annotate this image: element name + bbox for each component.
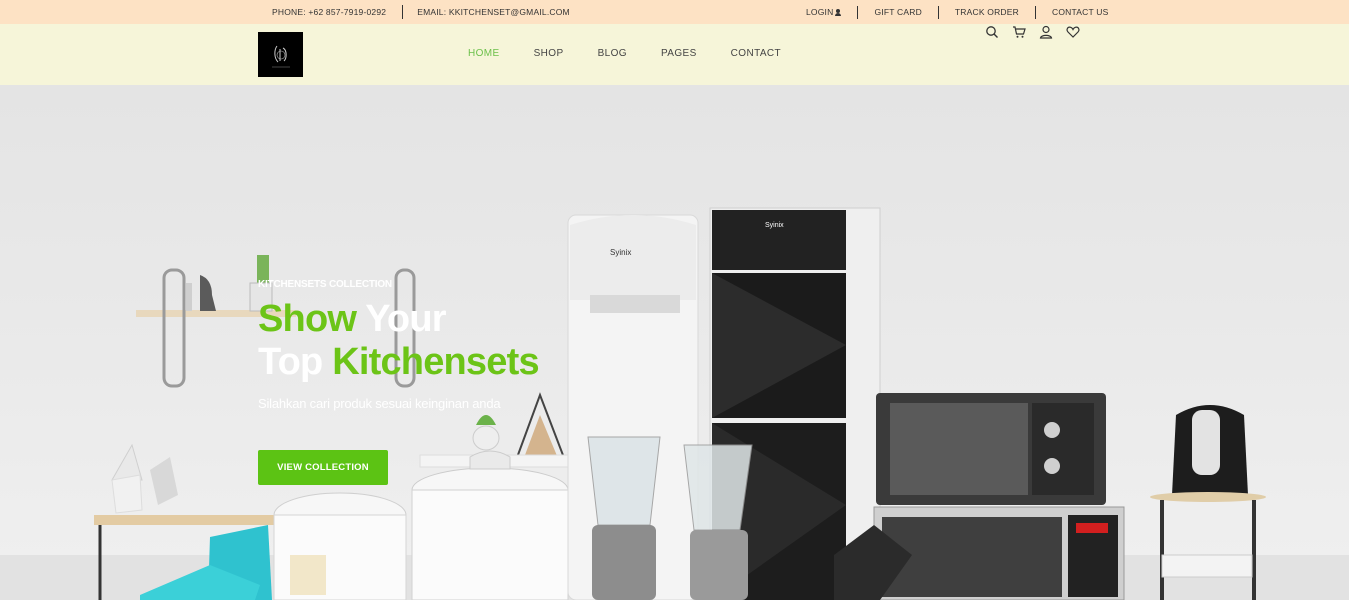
phone-text: PHONE: +62 857-7919-0292 bbox=[272, 7, 387, 17]
site-logo[interactable] bbox=[258, 32, 303, 77]
nav-contact[interactable]: CONTACT bbox=[731, 48, 781, 59]
hero-subtitle: Silahkan cari produk sesuai keinginan an… bbox=[258, 396, 501, 411]
divider bbox=[402, 5, 404, 19]
hero-text: KITCHENSETS COLLECTION Show Your Top Kit… bbox=[258, 279, 540, 485]
site-header: HOME SHOP BLOG PAGES CONTACT bbox=[0, 24, 1349, 85]
user-icon[interactable] bbox=[1039, 25, 1053, 39]
hero-banner: Syinix Syinix KITCHENSETS COLLECTION Sho… bbox=[0, 85, 1349, 600]
user-icon bbox=[835, 8, 842, 16]
hero-kicker: KITCHENSETS COLLECTION bbox=[258, 279, 392, 290]
nav-home[interactable]: HOME bbox=[468, 48, 500, 59]
search-icon[interactable] bbox=[985, 25, 999, 39]
logo-mark-icon bbox=[271, 45, 290, 67]
top-links: LOGIN GIFT CARD TRACK ORDER CONTACT US bbox=[790, 0, 1124, 24]
svg-text:Syinix: Syinix bbox=[610, 248, 631, 257]
svg-text:Syinix: Syinix bbox=[765, 222, 784, 229]
headline-your: Your bbox=[356, 298, 446, 340]
track-order-link[interactable]: TRACK ORDER bbox=[939, 5, 1036, 19]
login-link[interactable]: LOGIN bbox=[790, 5, 859, 19]
hero-appliances-image: Syinix Syinix bbox=[0, 207, 1349, 600]
nav-pages[interactable]: PAGES bbox=[661, 48, 697, 59]
nav-shop[interactable]: SHOP bbox=[534, 48, 564, 59]
main-nav: HOME SHOP BLOG PAGES CONTACT bbox=[468, 48, 815, 59]
headline-show: Show bbox=[258, 298, 357, 340]
contact-us-link[interactable]: CONTACT US bbox=[1036, 6, 1124, 19]
email-text: EMAIL: KKITCHENSET@GMAIL.COM bbox=[417, 7, 570, 17]
nav-blog[interactable]: BLOG bbox=[598, 48, 627, 59]
headline-top: Top bbox=[258, 341, 333, 383]
headline-kitchensets: Kitchensets bbox=[332, 341, 539, 383]
top-bar: PHONE: +62 857-7919-0292 EMAIL: KKITCHEN… bbox=[0, 0, 1349, 24]
login-label: LOGIN bbox=[806, 6, 834, 17]
hero-headline: Show Your Top Kitchensets bbox=[258, 298, 540, 384]
heart-icon[interactable] bbox=[1066, 25, 1080, 39]
header-icons bbox=[985, 25, 1080, 39]
view-collection-button[interactable]: VIEW COLLECTION bbox=[258, 450, 388, 485]
contact-info: PHONE: +62 857-7919-0292 EMAIL: KKITCHEN… bbox=[272, 0, 570, 24]
cart-icon[interactable] bbox=[1012, 25, 1026, 39]
gift-card-link[interactable]: GIFT CARD bbox=[858, 5, 939, 19]
